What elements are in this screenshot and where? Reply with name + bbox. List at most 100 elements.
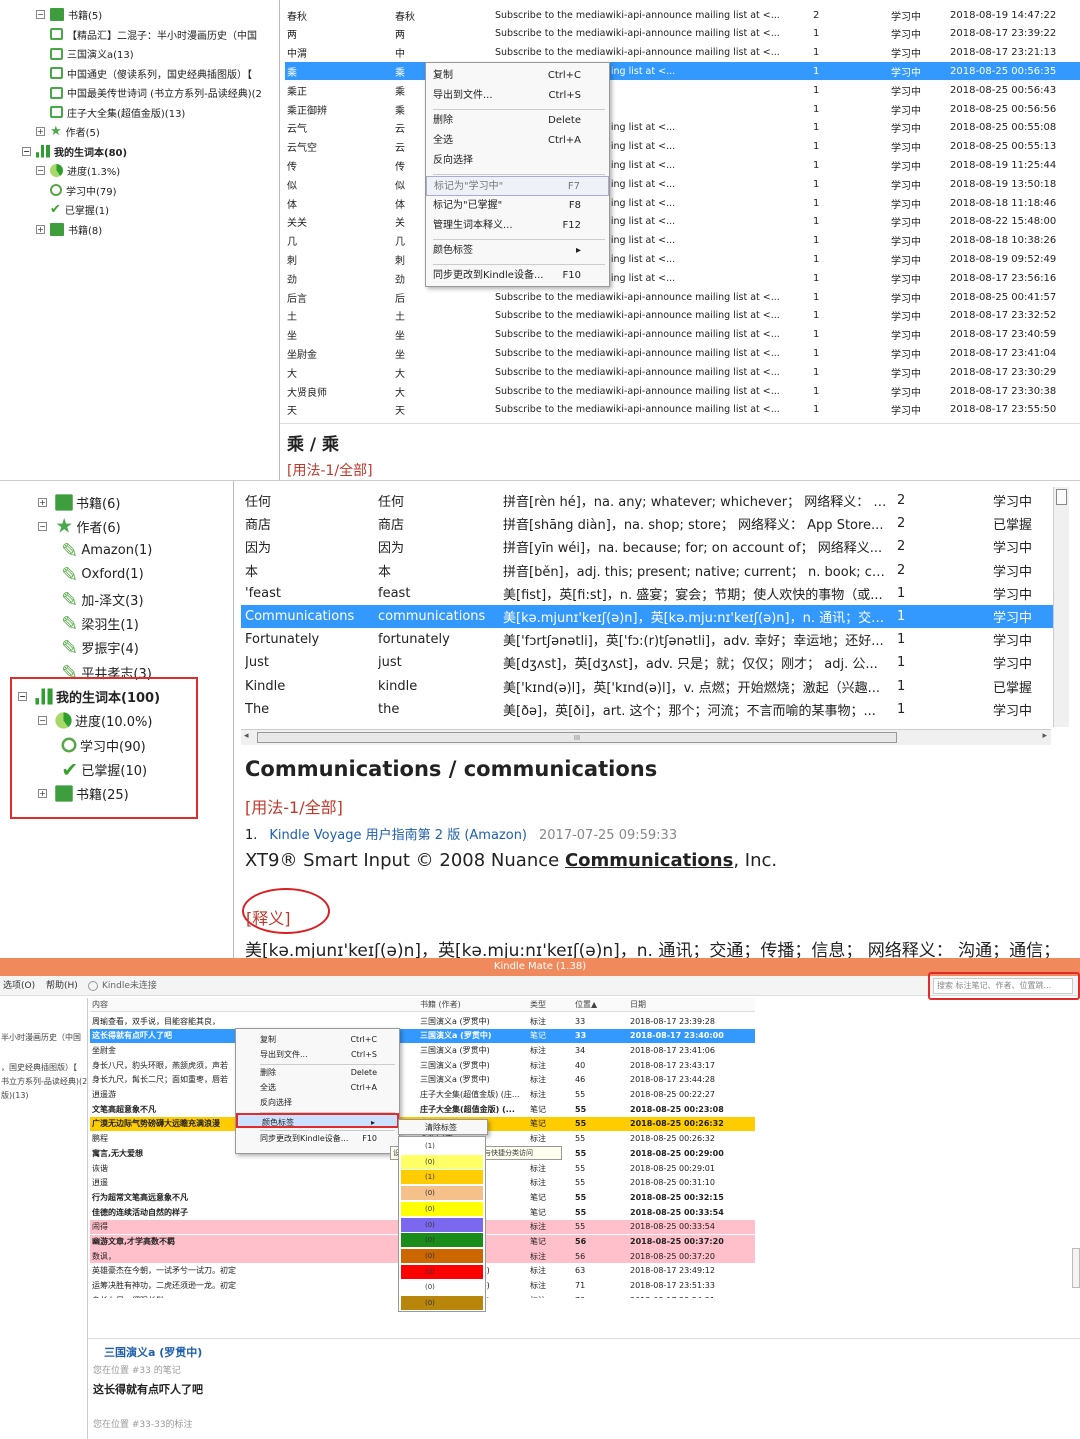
tree-node-label[interactable]: 版)(13) bbox=[1, 1090, 29, 1101]
color-swatch[interactable]: (0) bbox=[401, 1248, 483, 1263]
scroll-left-icon[interactable]: ◂ bbox=[244, 731, 249, 741]
tree-node[interactable]: − 我的生词本(80) bbox=[22, 143, 127, 160]
color-swatch[interactable]: (0) bbox=[401, 1296, 483, 1310]
tree-node[interactable]: 三国演义a(13) bbox=[50, 45, 134, 62]
column-header[interactable]: 书籍 (作者) bbox=[420, 999, 461, 1010]
table-row[interactable]: 大 大 Subscribe to the mediawiki-api-announc… bbox=[285, 363, 1080, 381]
horizontal-scrollbar[interactable]: ◂ III ▸ bbox=[241, 729, 1051, 745]
tree-node[interactable]: + 书籍(8) bbox=[36, 221, 102, 238]
menu-item[interactable]: 反向选择 bbox=[426, 151, 609, 171]
table-row[interactable]: 刺刺awiki-api-announce mailing list at <..… bbox=[285, 250, 1080, 268]
tree-node[interactable]: − ★ 作者(6) bbox=[38, 515, 121, 537]
table-row[interactable]: 'feast feast 美[fist]，英[fi:st]，n. 盛宴；宴会；节期；… bbox=[241, 582, 1053, 605]
tree-node[interactable]: 中国通史（傻读系列，国史经典插图版）【 bbox=[50, 65, 252, 82]
table-row[interactable]: 因为 因为 拼音[yīn wéi]，na. because; for; on acc… bbox=[241, 535, 1053, 558]
tree-node[interactable]: ✎ Oxford(1) bbox=[58, 564, 143, 586]
table-row[interactable]: 春秋 春秋 Subscribe to the mediawiki-api-annou… bbox=[285, 6, 1080, 24]
table-row[interactable]: 两 两 Subscribe to the mediawiki-api-announc… bbox=[285, 25, 1080, 43]
collapse-icon[interactable]: − bbox=[38, 521, 47, 531]
color-swatch[interactable]: (1) bbox=[401, 1139, 483, 1153]
table-row[interactable]: Fortunately fortunately 美['fɔrtʃənətli]，英[… bbox=[241, 628, 1053, 651]
menu-item[interactable]: 反向选择 bbox=[236, 1095, 399, 1110]
menu-item[interactable]: 全选 Ctrl+A bbox=[426, 131, 609, 151]
tree-node[interactable]: ✎ Amazon(1) bbox=[58, 540, 152, 562]
table-row[interactable]: 坐尉金 三国演义a (罗贯中) 标注 34 2018-08-17 23:41:06 bbox=[90, 1043, 755, 1058]
table-row[interactable]: 土 土 Subscribe to the mediawiki-api-announc… bbox=[285, 307, 1080, 325]
table-row[interactable]: 这长得就有点吓人了吧 三国演义a (罗贯中) 笔记 33 2018-08-17 23:4… bbox=[90, 1028, 755, 1043]
scrollbar-thumb[interactable]: III bbox=[257, 732, 897, 743]
table-row[interactable]: 商店 商店 拼音[shāng diàn]，na. shop; store； 网络释义… bbox=[241, 512, 1053, 535]
menu-help[interactable]: 帮助(H) bbox=[46, 976, 78, 996]
tree-node[interactable]: − 书籍(5) bbox=[36, 6, 102, 23]
table-row[interactable]: 身长八尺，豹头环眼，燕颔虎须，声若 三国演义a (罗贯中) 标注 40 2018-08-… bbox=[90, 1058, 755, 1073]
table-row[interactable]: 坐尉金 坐 Subscribe to the mediawiki-api-annou… bbox=[285, 344, 1080, 362]
menu-item[interactable]: 导出到文件... Ctrl+S bbox=[236, 1047, 399, 1062]
tree-node[interactable]: − 进度(1.3%) bbox=[36, 162, 120, 179]
table-row[interactable]: 逍遥游 庄子大全集(超值金版) (庄... 标注 55 2018-08-25 00:22… bbox=[90, 1087, 755, 1102]
expand-icon[interactable]: + bbox=[36, 127, 45, 136]
menu-item[interactable]: 同步更改到Kindle设备... F10 bbox=[426, 266, 609, 286]
table-row[interactable]: Kindle kindle 美['kɪnd(ə)l]，英['kɪnd(ə)l]，v.… bbox=[241, 675, 1053, 698]
table-row[interactable]: 大贤良师 大 Subscribe to the mediawiki-api-anno… bbox=[285, 382, 1080, 400]
color-swatch[interactable]: (0) bbox=[401, 1280, 483, 1295]
tree-node[interactable]: + 书籍(6) bbox=[38, 491, 120, 513]
collapse-icon[interactable]: − bbox=[22, 146, 31, 156]
table-row[interactable]: The the 美[ðə]，英[ði]，art. 这个；那个；河流；不言而喻的某事物… bbox=[241, 698, 1053, 721]
menu-item[interactable]: 删除 Delete bbox=[426, 111, 609, 131]
column-header[interactable]: 内容 bbox=[92, 999, 108, 1010]
table-row[interactable]: Communications communications 美[kə.mjunɪ'k… bbox=[241, 605, 1053, 628]
tree-node-label[interactable]: ，国史经典插图版）【 bbox=[1, 1062, 77, 1073]
table-row[interactable]: 传传awiki-api-announce mailing list at <..… bbox=[285, 156, 1080, 174]
table-row[interactable]: 后言 后 Subscribe to the mediawiki-api-announ… bbox=[285, 288, 1080, 306]
table-row[interactable]: 关关关awiki-api-announce mailing list at <.… bbox=[285, 213, 1080, 231]
expand-icon[interactable]: + bbox=[36, 224, 45, 234]
tree-node[interactable]: ✔ 已掌握(1) bbox=[50, 201, 109, 218]
tree-node[interactable]: 学习中(79) bbox=[50, 182, 117, 199]
table-row[interactable]: 似似awiki-api-announce mailing list at <..… bbox=[285, 175, 1080, 193]
table-row[interactable]: 周瑜查看，双手说，目能容能其良， 三国演义a (罗贯中) 标注 33 2018-08-1… bbox=[90, 1014, 755, 1028]
table-row[interactable]: 乘正御辨乘 1 学习中 2018-08-25 00:56:56 bbox=[285, 100, 1080, 118]
column-header[interactable]: 类型 bbox=[530, 999, 546, 1010]
table-row[interactable]: 中渭 中 Subscribe to the mediawiki-api-announ… bbox=[285, 44, 1080, 62]
menu-item[interactable]: 导出到文件... Ctrl+S bbox=[426, 86, 609, 106]
clear-label-item[interactable]: 清除标签 bbox=[425, 1122, 457, 1133]
table-row[interactable]: 任何 任何 拼音[rèn hé]，na. any; whatever; whiche… bbox=[241, 489, 1053, 512]
color-swatch[interactable]: (0) bbox=[401, 1201, 483, 1216]
menu-item[interactable]: 全选 Ctrl+A bbox=[236, 1080, 399, 1095]
color-swatch[interactable]: (0) bbox=[401, 1217, 483, 1232]
column-header[interactable]: 位置▲ bbox=[575, 999, 597, 1010]
detail-usage-link[interactable]: [用法-1/全部] bbox=[287, 460, 373, 480]
table-row[interactable]: 体体awiki-api-announce mailing list at <..… bbox=[285, 194, 1080, 212]
menu-item[interactable]: 管理生词本释义... F12 bbox=[426, 216, 609, 236]
collapse-icon[interactable]: − bbox=[36, 166, 45, 175]
tree-node-label[interactable]: 书立方系列-品读经典)(2 bbox=[1, 1076, 87, 1087]
scrollbar-thumb[interactable] bbox=[1056, 489, 1067, 505]
scroll-right-icon[interactable]: ▸ bbox=[1042, 731, 1047, 741]
table-row[interactable]: 本 本 拼音[běn]，adj. this; present; native; cu… bbox=[241, 559, 1053, 582]
menu-item[interactable]: 同步更改到Kindle设备... F10 bbox=[236, 1131, 399, 1146]
table-row[interactable]: 乘乘awiki-api-announce mailing list at <..… bbox=[285, 62, 1080, 81]
tree-node[interactable]: ✎ 梁羽生(1) bbox=[58, 613, 139, 635]
table-row[interactable]: 天 天 Subscribe to the mediawiki-api-announc… bbox=[285, 401, 1080, 419]
color-swatch[interactable]: (0) bbox=[401, 1186, 483, 1201]
color-swatch[interactable]: (0) bbox=[401, 1233, 483, 1248]
tree-node[interactable]: 【精品汇】二混子：半小时漫画历史（中国 bbox=[50, 26, 257, 43]
color-swatch[interactable]: (0) bbox=[401, 1154, 483, 1169]
tree-node-label[interactable]: 半小时漫画历史（中国 bbox=[1, 1032, 81, 1043]
table-row[interactable]: 几几awiki-api-announce mailing list at <..… bbox=[285, 232, 1080, 250]
tree-node[interactable]: + ★ 作者(5) bbox=[36, 123, 100, 140]
menu-item[interactable]: 复制 Ctrl+C bbox=[236, 1032, 399, 1047]
menu-item[interactable]: 标记为"已掌握" F8 bbox=[426, 196, 609, 216]
table-row[interactable]: 乘正乘 1 学习中 2018-08-25 00:56:43 bbox=[285, 81, 1080, 99]
search-input[interactable]: 搜索 标注笔记、作者、位置跳... bbox=[933, 978, 1073, 994]
menu-item[interactable]: 复制 Ctrl+C bbox=[426, 66, 609, 86]
detail-book-link[interactable]: 三国演义a (罗贯中) bbox=[104, 1344, 202, 1360]
table-row[interactable]: 劲劲awiki-api-announce mailing list at <..… bbox=[285, 269, 1080, 287]
table-row[interactable]: 坐 坐 Subscribe to the mediawiki-api-announc… bbox=[285, 326, 1080, 344]
table-row[interactable]: 云气空云awiki-api-announce mailing list at <… bbox=[285, 138, 1080, 156]
column-header[interactable]: 日期 bbox=[630, 999, 646, 1010]
table-row[interactable]: Just just 美[dʒʌst]，英[dʒʌst]，adv. 只是；就；仅仅；刚… bbox=[241, 651, 1053, 674]
menu-item[interactable]: 颜色标签 ▸ bbox=[236, 1113, 399, 1128]
tree-node[interactable]: ✎ 加-泽文(3) bbox=[58, 588, 143, 610]
color-swatch[interactable]: (0) bbox=[401, 1264, 483, 1279]
